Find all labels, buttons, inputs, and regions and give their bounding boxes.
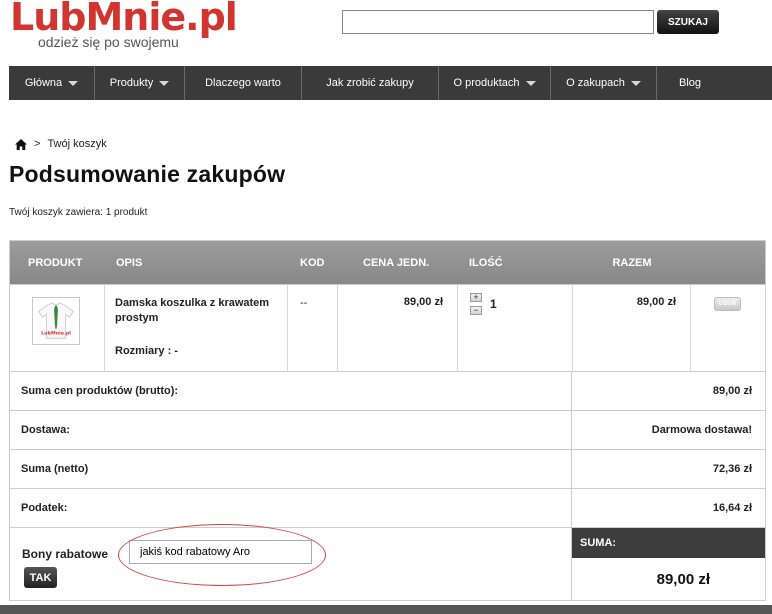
nav-item-label: O produktach — [453, 77, 520, 89]
breadcrumb-separator: > — [34, 138, 41, 150]
quantity-decrease-button[interactable]: − — [470, 306, 482, 315]
nav-item-glowna[interactable]: Główna — [9, 66, 95, 100]
summary-label: Suma (netto) — [10, 450, 572, 488]
nav-item-label: Główna — [24, 77, 63, 89]
header-actions — [691, 241, 765, 284]
chevron-down-icon — [159, 81, 170, 86]
search-input[interactable] — [342, 10, 654, 34]
voucher-row: Bony rabatowe TAK SUMA: 89,00 zł — [10, 524, 765, 600]
header-quantity: ILOŚĆ — [469, 256, 503, 269]
total-cell: 89,00 zł — [573, 285, 691, 372]
table-header: PRODUKT OPIS KOD CENA JEDN. ILOŚĆ RAZEM — [10, 241, 765, 284]
nav-item-label: Jak zrobić zakupy — [326, 77, 414, 89]
page-title: Podsumowanie zakupów — [9, 161, 286, 187]
summary-label: Suma cen produktów (brutto): — [10, 372, 572, 410]
remove-item-button[interactable]: USUŃ — [714, 297, 741, 311]
nav-item-o-zakupach[interactable]: O zakupach — [551, 66, 657, 100]
table-row: LubMnie.pl Damska koszulka z krawatem pr… — [10, 284, 765, 372]
product-cell: LubMnie.pl — [10, 285, 105, 372]
nav-item-label: O zakupach — [566, 77, 625, 89]
quantity-increase-button[interactable]: + — [470, 293, 482, 302]
search-button[interactable]: SZUKAJ — [657, 10, 719, 34]
summary-row-net: Suma (netto) 72,36 zł — [10, 449, 765, 488]
summary-label: Podatek: — [10, 489, 572, 527]
summary-value: Darmowa dostawa! — [651, 424, 752, 436]
chevron-down-icon — [630, 81, 641, 86]
voucher-section: Bony rabatowe TAK — [10, 524, 572, 600]
nav-item-blog[interactable]: Blog — [657, 66, 723, 100]
summary-row-tax: Podatek: 16,64 zł — [10, 488, 765, 527]
summary-value: 72,36 zł — [712, 463, 752, 475]
tshirt-image: LubMnie.pl — [38, 302, 74, 339]
summary-row-shipping: Dostawa: Darmowa dostawa! — [10, 410, 765, 449]
nav-item-label: Blog — [678, 77, 702, 89]
unit-price-cell: 89,00 zł — [338, 285, 458, 372]
breadcrumb-current: Twój koszyk — [47, 138, 107, 150]
quantity-cell: + − 1 — [458, 285, 573, 372]
header-unit-price: CENA JEDN. — [363, 256, 430, 269]
summary-row-gross: Suma cen produktów (brutto): 89,00 zł — [10, 371, 765, 410]
summary-label: Dostawa: — [10, 411, 572, 449]
code-cell: -- — [288, 285, 338, 372]
breadcrumb: > Twój koszyk — [15, 138, 107, 150]
nav-item-dlaczego-warto[interactable]: Dlaczego warto — [185, 66, 302, 100]
cart-count: Twój koszyk zawiera: 1 produkt — [9, 207, 148, 218]
chevron-down-icon — [68, 81, 79, 86]
nav-item-produkty[interactable]: Produkty — [95, 66, 185, 100]
voucher-label: Bony rabatowe — [22, 547, 109, 561]
product-code: -- — [300, 297, 308, 309]
description-cell: Damska koszulka z krawatem prostym Rozmi… — [105, 285, 288, 372]
summary-value: 16,64 zł — [712, 502, 752, 514]
cart-table: PRODUKT OPIS KOD CENA JEDN. ILOŚĆ RAZEM … — [9, 240, 766, 601]
grand-total-label: SUMA: — [572, 528, 765, 558]
main-nav: Główna Produkty Dlaczego warto Jak zrobi… — [9, 66, 772, 100]
grand-total-section: SUMA: 89,00 zł — [572, 528, 765, 600]
line-total: 89,00 zł — [636, 296, 676, 308]
quantity-value: 1 — [490, 297, 497, 311]
product-sizes: Rozmiary : - — [115, 345, 178, 357]
product-thumbnail[interactable]: LubMnie.pl — [32, 297, 80, 345]
home-icon[interactable] — [15, 138, 27, 150]
nav-item-label: Dlaczego warto — [205, 77, 281, 89]
grand-total-value: 89,00 zł — [656, 571, 710, 588]
header-product: PRODUKT — [28, 256, 83, 269]
nav-item-o-produktach[interactable]: O produktach — [439, 66, 551, 100]
svg-text:LubMnie.pl: LubMnie.pl — [41, 330, 71, 336]
apply-voucher-button[interactable]: TAK — [24, 567, 57, 588]
logo-tagline: odzież się po swojemu — [38, 34, 179, 50]
header-code: KOD — [300, 256, 325, 269]
header-total: RAZEM — [612, 256, 652, 269]
chevron-down-icon — [525, 81, 536, 86]
product-name[interactable]: Damska koszulka z krawatem prostym — [115, 296, 275, 326]
nav-item-label: Produkty — [109, 77, 154, 89]
summary-value: 89,00 zł — [712, 385, 752, 397]
nav-item-jak-zrobic-zakupy[interactable]: Jak zrobić zakupy — [302, 66, 439, 100]
site-logo[interactable]: LubMnie.pl odzież się po swojemu — [8, 0, 238, 54]
actions-cell: USUŃ — [691, 285, 765, 372]
voucher-code-input[interactable] — [129, 540, 312, 564]
unit-price: 89,00 zł — [403, 296, 443, 308]
header-description: OPIS — [116, 256, 143, 269]
footer-bar — [0, 605, 772, 614]
